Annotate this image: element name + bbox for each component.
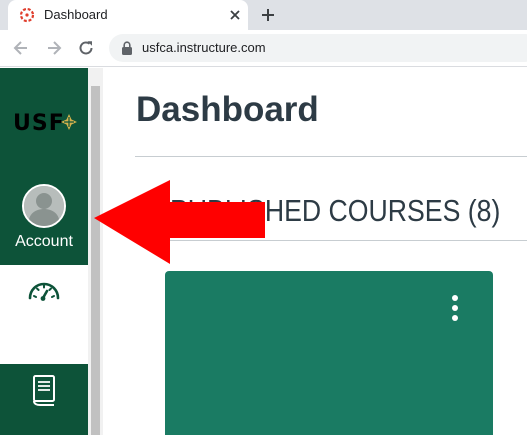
reload-icon[interactable] [76,38,96,58]
account-avatar-icon[interactable] [22,184,66,228]
global-navigation: USF Account [0,68,88,435]
dashboard-speedometer-icon[interactable] [26,278,62,306]
lock-icon [122,41,132,55]
user-silhouette-icon [24,186,64,226]
new-tab-plus-icon[interactable] [258,5,278,25]
title-divider [135,156,527,157]
browser-tabstrip: Dashboard [0,0,527,30]
course-card[interactable] [165,271,493,435]
page-title: Dashboard [136,90,319,129]
logo-text: USF [13,111,65,136]
back-arrow-icon[interactable] [11,38,31,58]
canvas-favicon-icon [19,7,35,23]
courses-book-icon [33,375,55,406]
tab-title: Dashboard [44,7,108,22]
forward-arrow-icon[interactable] [44,38,64,58]
browser-tab-dashboard[interactable]: Dashboard [8,0,248,30]
courses-nav-item[interactable] [0,364,88,435]
close-tab-icon[interactable] [226,6,244,24]
account-nav-label[interactable]: Account [0,233,88,251]
address-bar[interactable]: usfca.instructure.com [109,34,527,62]
browser-toolbar: usfca.instructure.com [0,30,527,67]
url-text: usfca.instructure.com [142,40,266,55]
global-nav-brand-area: USF Account [0,68,88,265]
usf-logo[interactable]: USF [13,108,77,136]
annotation-arrow-icon [94,180,265,264]
more-options-icon[interactable] [449,295,461,325]
